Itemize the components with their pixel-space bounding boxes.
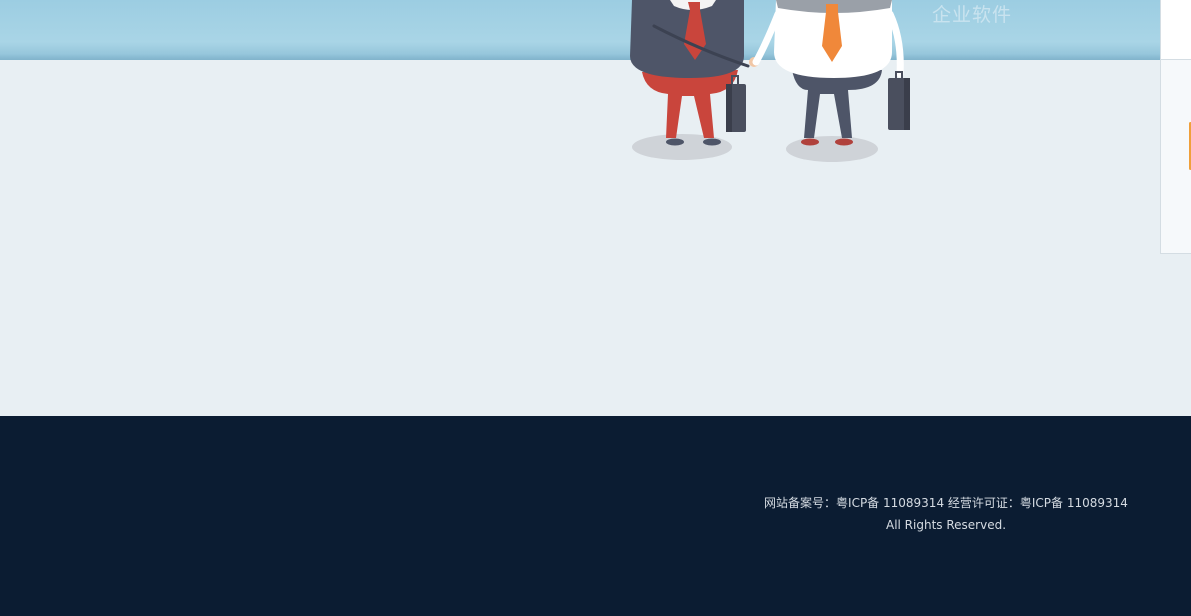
left-figure-shoe bbox=[666, 138, 684, 146]
side-panel bbox=[1160, 0, 1191, 254]
footer-copyright-block: 网站备案号：粤ICP备 11089314 经营许可证：粤ICP备 1108931… bbox=[756, 492, 1136, 536]
left-figure-shoe bbox=[703, 138, 721, 146]
left-figure-shadow bbox=[632, 134, 732, 160]
left-figure-pants bbox=[642, 70, 738, 138]
right-figure-pants bbox=[792, 70, 882, 138]
site-footer: 网站备案号：粤ICP备 11089314 经营许可证：粤ICP备 1108931… bbox=[0, 416, 1191, 616]
icp-record-text: 网站备案号：粤ICP备 11089314 经营许可证：粤ICP备 1108931… bbox=[764, 496, 1128, 510]
main-content-area bbox=[0, 60, 1191, 416]
top-banner: 企业软件 bbox=[0, 0, 1191, 60]
right-figure-shadow bbox=[786, 136, 878, 162]
side-panel-header bbox=[1161, 0, 1191, 60]
left-briefcase-side bbox=[726, 84, 732, 132]
rights-reserved-text: All Rights Reserved. bbox=[885, 518, 1007, 532]
right-briefcase-side bbox=[904, 78, 910, 130]
right-figure-shoe bbox=[835, 138, 853, 146]
right-figure-shoe bbox=[801, 138, 819, 146]
banner-tagline: 企业软件 bbox=[932, 4, 1013, 26]
businessmen-handshake-illustration bbox=[630, 0, 910, 162]
